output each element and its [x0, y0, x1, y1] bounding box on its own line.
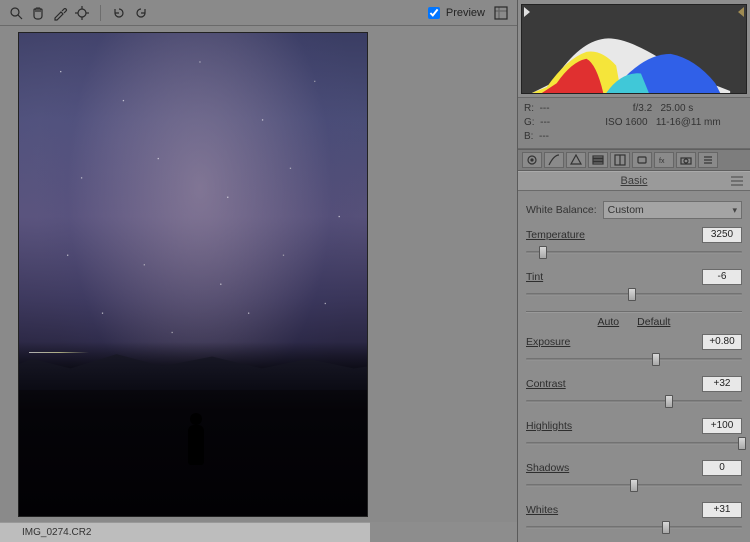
- white-balance-select[interactable]: Custom▾: [603, 201, 742, 219]
- shadows-label: Shadows: [526, 462, 569, 474]
- zoom-tool-icon[interactable]: [8, 5, 24, 21]
- panel-tab-strip: fx: [518, 149, 750, 171]
- camera-raw-window: Preview IMG_0274.CR2: [0, 0, 750, 542]
- left-pane: Preview IMG_0274.CR2: [0, 0, 518, 542]
- svg-text:fx: fx: [659, 158, 665, 165]
- preview-label: Preview: [446, 7, 485, 19]
- color-sampler-tool-icon[interactable]: [74, 5, 90, 21]
- tab-lens-icon[interactable]: [632, 152, 652, 168]
- main-toolbar: Preview: [0, 0, 517, 26]
- whites-row: Whites +31: [526, 502, 742, 534]
- exposure-row: Exposure +0.80: [526, 334, 742, 366]
- tab-camera-icon[interactable]: [676, 152, 696, 168]
- rotate-cw-icon[interactable]: [133, 5, 149, 21]
- contrast-value[interactable]: +32: [702, 376, 742, 392]
- rotate-ccw-icon[interactable]: [111, 5, 127, 21]
- image-canvas-area: [0, 26, 517, 522]
- tint-value[interactable]: -6: [702, 269, 742, 285]
- preview-checkbox[interactable]: Preview: [424, 4, 485, 22]
- highlights-slider[interactable]: [526, 436, 742, 450]
- tab-basic-icon[interactable]: [522, 152, 542, 168]
- tab-curve-icon[interactable]: [544, 152, 564, 168]
- highlights-label: Highlights: [526, 420, 572, 432]
- temperature-value[interactable]: 3250: [702, 227, 742, 243]
- tint-row: Tint -6: [526, 269, 742, 301]
- shadows-slider[interactable]: [526, 478, 742, 492]
- exposure-slider[interactable]: [526, 352, 742, 366]
- filename-bar: IMG_0274.CR2: [0, 522, 370, 542]
- auto-button[interactable]: Auto: [598, 316, 620, 328]
- contrast-slider[interactable]: [526, 394, 742, 408]
- tab-detail-icon[interactable]: [566, 152, 586, 168]
- tab-presets-icon[interactable]: [698, 152, 718, 168]
- temperature-row: Temperature 3250: [526, 227, 742, 259]
- temperature-label: Temperature: [526, 229, 585, 241]
- tab-split-icon[interactable]: [610, 152, 630, 168]
- shadows-row: Shadows 0: [526, 460, 742, 492]
- preview-checkbox-input[interactable]: [428, 7, 440, 19]
- eyedropper-tool-icon[interactable]: [52, 5, 68, 21]
- temperature-slider[interactable]: [526, 245, 742, 259]
- hand-tool-icon[interactable]: [30, 5, 46, 21]
- contrast-row: Contrast +32: [526, 376, 742, 408]
- panel-title: Basic: [621, 175, 648, 187]
- tab-hsl-icon[interactable]: [588, 152, 608, 168]
- metadata-box: R: --- G: --- B: --- f/3.2 25.00 s ISO 1…: [518, 97, 750, 149]
- shadows-value[interactable]: 0: [702, 460, 742, 476]
- histogram[interactable]: [521, 4, 747, 94]
- tint-slider[interactable]: [526, 287, 742, 301]
- filename-label: IMG_0274.CR2: [22, 527, 91, 538]
- highlights-value[interactable]: +100: [702, 418, 742, 434]
- fullscreen-icon[interactable]: [493, 5, 509, 21]
- highlights-row: Highlights +100: [526, 418, 742, 450]
- contrast-label: Contrast: [526, 378, 566, 390]
- white-balance-label: White Balance:: [526, 204, 597, 216]
- basic-panel: White Balance: Custom▾ Temperature 3250 …: [518, 191, 750, 542]
- whites-value[interactable]: +31: [702, 502, 742, 518]
- tab-fx-icon[interactable]: fx: [654, 152, 674, 168]
- tint-label: Tint: [526, 271, 543, 283]
- chevron-down-icon: ▾: [732, 205, 737, 216]
- panel-menu-icon[interactable]: [730, 175, 744, 187]
- panel-header: Basic: [518, 171, 750, 191]
- image-canvas[interactable]: [18, 32, 368, 517]
- right-pane: R: --- G: --- B: --- f/3.2 25.00 s ISO 1…: [518, 0, 750, 542]
- exposure-label: Exposure: [526, 336, 570, 348]
- whites-slider[interactable]: [526, 520, 742, 534]
- default-button[interactable]: Default: [637, 316, 670, 328]
- whites-label: Whites: [526, 504, 558, 516]
- exposure-value[interactable]: +0.80: [702, 334, 742, 350]
